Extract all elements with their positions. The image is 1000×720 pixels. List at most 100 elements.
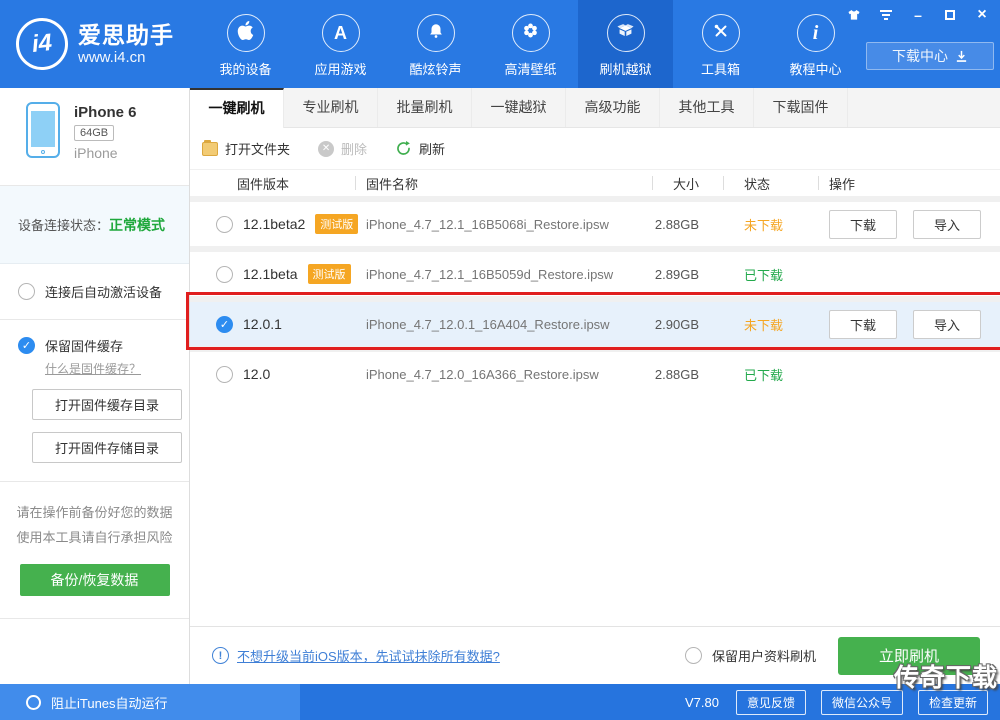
nav-icon-circle xyxy=(511,14,550,52)
status-badge: 已下载 xyxy=(744,367,784,383)
flash-action-bar: ! 不想升级当前iOS版本，先试试抹除所有数据? 保留用户资料刷机 立即刷机 xyxy=(190,626,1000,684)
download-button[interactable]: 下载 xyxy=(829,309,897,339)
jailbreak-box-icon xyxy=(616,21,635,45)
download-button[interactable]: 下载 xyxy=(829,209,897,239)
download-center-label: 下载中心 xyxy=(892,48,948,64)
refresh-tool[interactable]: 刷新 xyxy=(395,139,445,158)
open-storage-dir-button[interactable]: 打开固件存储目录 xyxy=(32,432,182,463)
minimize-button[interactable]: – xyxy=(910,7,926,23)
tab[interactable]: 批量刷机 xyxy=(378,88,472,127)
header-separator xyxy=(723,176,724,190)
window-controls: – × xyxy=(846,6,990,23)
main-panel: 一键刷机 专业刷机 批量刷机 一键越狱 高级功能 其他工具 下载固件 打开文件夹… xyxy=(186,88,1000,684)
row-actions: 下载 导入 xyxy=(803,309,981,339)
delete-icon: ✕ xyxy=(318,140,335,157)
device-capacity-badge: 64GB xyxy=(74,125,115,141)
info-icon: i xyxy=(812,21,819,44)
version-cell: 12.0 xyxy=(216,365,366,383)
nav-icon-circle: i xyxy=(796,14,835,52)
device-name: iPhone 6 xyxy=(74,104,137,121)
delete-label: 删除 xyxy=(341,142,368,157)
content-spacer xyxy=(190,396,1000,626)
warning-line-1: 请在操作前备份好您的数据 xyxy=(16,505,173,520)
nav-item[interactable]: A 应用游戏 xyxy=(293,0,388,88)
block-itunes-row[interactable]: 阻止iTunes自动运行 xyxy=(0,684,300,720)
auto-activate-radio[interactable] xyxy=(18,283,35,300)
firmware-name: iPhone_4.7_12.1_16B5059d_Restore.ipsw xyxy=(366,266,614,282)
firmware-name: iPhone_4.7_12.0_16A366_Restore.ipsw xyxy=(366,366,599,382)
nav-item-label: 刷机越狱 xyxy=(599,62,652,77)
firmware-row[interactable]: 12.1beta 测试版 iPhone_4.7_12.1_16B5059d_Re… xyxy=(190,246,1000,296)
download-icon xyxy=(956,50,967,62)
column-status: 状态 xyxy=(744,176,771,192)
open-folder-tool[interactable]: 打开文件夹 xyxy=(202,139,290,158)
app-version: V7.80 xyxy=(684,694,719,710)
beta-badge: 测试版 xyxy=(307,264,351,284)
nav-item[interactable]: 我的设备 xyxy=(198,0,293,88)
iphone-icon xyxy=(26,102,60,158)
sidebar-divider xyxy=(0,618,189,632)
firmware-row[interactable]: 12.1beta2 测试版 iPhone_4.7_12.1_16B5068i_R… xyxy=(190,196,1000,246)
delete-tool[interactable]: ✕ 删除 xyxy=(318,139,367,158)
import-button[interactable]: 导入 xyxy=(913,209,981,239)
row-radio[interactable] xyxy=(216,265,233,283)
device-model: iPhone xyxy=(74,145,118,161)
top-bar: i4 爱思助手 www.i4.cn 我的设备 A 应用游戏 酷炫铃声 高清壁纸 … xyxy=(0,0,1000,88)
version-cell: 12.1beta 测试版 xyxy=(216,264,366,284)
column-version: 固件版本 xyxy=(237,176,290,192)
connection-status: 设备连接状态： 正常模式 xyxy=(0,186,189,264)
tab[interactable]: 下载固件 xyxy=(754,88,848,127)
auto-activate-row[interactable]: 连接后自动激活设备 xyxy=(0,264,189,320)
nav-item[interactable]: 刷机越狱 xyxy=(578,0,673,88)
nav-item[interactable]: 工具箱 xyxy=(673,0,768,88)
sidebar: iPhone 6 64GB iPhone 设备连接状态： 正常模式 连接后自动激… xyxy=(0,88,190,684)
status-badge: 未下载 xyxy=(744,217,784,233)
open-cache-dir-button[interactable]: 打开固件缓存目录 xyxy=(32,389,182,420)
nav-item[interactable]: 酷炫铃声 xyxy=(388,0,483,88)
nav-icon-circle xyxy=(416,14,455,52)
tab[interactable]: 专业刷机 xyxy=(284,88,378,127)
close-button[interactable]: × xyxy=(974,6,990,23)
appstore-icon: A xyxy=(334,22,347,43)
keep-user-data-radio[interactable] xyxy=(684,647,702,664)
minimize-to-tray-icon[interactable] xyxy=(878,8,894,22)
nav-item-label: 工具箱 xyxy=(700,62,740,77)
tab-bar: 一键刷机 专业刷机 批量刷机 一键越狱 高级功能 其他工具 下载固件 xyxy=(190,88,1000,128)
row-radio[interactable] xyxy=(216,365,233,383)
nav-item[interactable]: 高清壁纸 xyxy=(483,0,578,88)
tab[interactable]: 高级功能 xyxy=(566,88,660,127)
tab[interactable]: 一键刷机 xyxy=(190,88,284,128)
firmware-row[interactable]: 12.0 iPhone_4.7_12.0_16A366_Restore.ipsw… xyxy=(190,346,1000,396)
erase-tip-link[interactable]: 不想升级当前iOS版本，先试试抹除所有数据? xyxy=(237,646,500,665)
header-separator xyxy=(355,176,356,190)
backup-restore-button[interactable]: 备份/恢复数据 xyxy=(19,564,170,596)
firmware-size: 2.89GB xyxy=(654,266,699,282)
device-info: iPhone 6 64GB iPhone xyxy=(0,88,189,186)
nav-item-label: 高清壁纸 xyxy=(504,62,557,77)
skin-icon[interactable] xyxy=(846,8,862,22)
block-itunes-radio[interactable] xyxy=(26,694,41,710)
statusbar-button[interactable]: 意见反馈 xyxy=(735,689,806,715)
row-radio[interactable] xyxy=(216,315,233,333)
tab[interactable]: 其他工具 xyxy=(660,88,754,127)
keep-cache-label: 保留固件缓存 xyxy=(45,339,124,354)
nav-icon-circle xyxy=(226,14,265,52)
firmware-row[interactable]: 12.0.1 iPhone_4.7_12.0.1_16A404_Restore.… xyxy=(186,292,1000,350)
row-radio[interactable] xyxy=(216,215,233,233)
import-button[interactable]: 导入 xyxy=(913,309,981,339)
table-header: 固件版本 固件名称 大小 状态 操作 xyxy=(190,170,1000,196)
bell-icon xyxy=(427,22,445,45)
column-name: 固件名称 xyxy=(366,176,419,192)
cache-help-link[interactable]: 什么是固件缓存？ xyxy=(45,360,189,377)
maximize-button[interactable] xyxy=(942,8,958,22)
download-center-button[interactable]: 下载中心 xyxy=(866,42,994,70)
keep-cache-checkbox[interactable] xyxy=(18,337,35,354)
tab[interactable]: 一键越狱 xyxy=(472,88,566,127)
nav-icon-circle: A xyxy=(321,14,360,52)
toolbar: 打开文件夹 ✕ 删除 刷新 xyxy=(190,128,1000,170)
warning-line-2: 使用本工具请自行承担风险 xyxy=(16,530,173,545)
firmware-size: 2.90GB xyxy=(654,316,699,332)
version-cell: 12.1beta2 测试版 xyxy=(216,214,366,234)
app-title: 爱思助手 xyxy=(78,22,174,49)
statusbar-button[interactable]: 微信公众号 xyxy=(820,689,903,715)
